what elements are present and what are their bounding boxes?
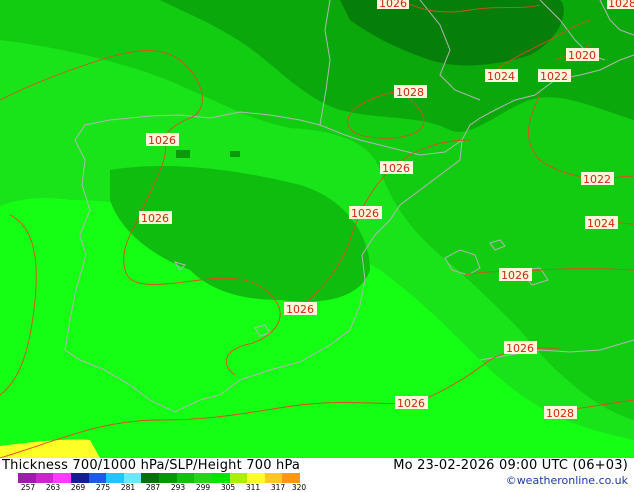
colorbar-swatch (247, 473, 265, 483)
isobar-label: 1026 (380, 161, 413, 175)
svg-text:1026: 1026 (379, 0, 407, 10)
valid-time: Mo 23-02-2026 09:00 UTC (06+03) (393, 458, 628, 473)
colorbar-swatch (159, 473, 177, 483)
colorbar-swatch (88, 473, 107, 483)
isobar-label: 1024 (585, 216, 618, 230)
thickness-spot-1 (176, 150, 190, 158)
colorbar-tick-label: 281 (120, 483, 136, 492)
isobar-label: 1026 (139, 211, 172, 225)
colorbar-swatch (264, 473, 283, 483)
svg-text:1026: 1026 (382, 162, 410, 175)
isobar-label: 1026 (146, 133, 179, 147)
colorbar-tick-label: 269 (70, 483, 86, 492)
svg-text:1028: 1028 (546, 407, 574, 420)
colorbar-swatch (53, 473, 71, 483)
svg-text:1026: 1026 (397, 397, 425, 410)
map-canvas: 1026 1024 1022 1020 1028 1026 1026 1026 … (0, 0, 634, 458)
svg-text:1020: 1020 (568, 49, 596, 62)
colorbar (18, 473, 300, 483)
colorbar-tick-label: 263 (45, 483, 61, 492)
colorbar-swatch (194, 473, 212, 483)
svg-text:1022: 1022 (540, 70, 568, 83)
map-footer: Thickness 700/1000 hPa/SLP/Height 700 hP… (0, 458, 634, 492)
svg-text:1026: 1026 (506, 342, 534, 355)
colorbar-tick-label: 293 (170, 483, 186, 492)
isobar-label: 1028 (394, 85, 427, 99)
colorbar-swatch (282, 473, 300, 483)
isobar-label: 1022 (581, 172, 614, 186)
isobar-label: 1022 (538, 69, 571, 83)
colorbar-tick-label: 275 (95, 483, 111, 492)
colorbar-swatch (141, 473, 159, 483)
colorbar-tick-label: 311 (245, 483, 261, 492)
svg-text:1022: 1022 (583, 173, 611, 186)
isobar-label: 1028 (607, 0, 634, 10)
svg-text:1028: 1028 (396, 86, 424, 99)
svg-text:1024: 1024 (487, 70, 515, 83)
isobar-label: 1024 (485, 69, 518, 83)
colorbar-swatch (70, 473, 89, 483)
isobar-label: 1026 (284, 302, 317, 316)
weather-map: 1026 1024 1022 1020 1028 1026 1026 1026 … (0, 0, 634, 458)
colorbar-tick-label: 317 (270, 483, 286, 492)
colorbar-tick-label: 257 (20, 483, 36, 492)
svg-text:1024: 1024 (587, 217, 615, 230)
svg-text:1026: 1026 (501, 269, 529, 282)
colorbar-swatch (106, 473, 124, 483)
colorbar-swatch (176, 473, 195, 483)
svg-text:1026: 1026 (351, 207, 379, 220)
svg-text:1028: 1028 (608, 0, 634, 10)
colorbar-tick-label: 320 (291, 483, 307, 492)
colorbar-swatch (18, 473, 36, 483)
colorbar-swatch (35, 473, 54, 483)
svg-text:1026: 1026 (141, 212, 169, 225)
isobar-label: 1020 (566, 48, 599, 62)
svg-text:1026: 1026 (286, 303, 314, 316)
colorbar-swatch (123, 473, 142, 483)
credit-link[interactable]: ©weatheronline.co.uk (506, 474, 628, 487)
isobar-label: 1028 (544, 406, 577, 420)
thickness-spot-2 (230, 151, 240, 157)
svg-text:1026: 1026 (148, 134, 176, 147)
isobar-label: 1026 (499, 268, 532, 282)
colorbar-swatch (229, 473, 248, 483)
isobar-label: 1026 (377, 0, 409, 10)
isobar-label: 1026 (395, 396, 428, 410)
colorbar-tick-label: 305 (220, 483, 236, 492)
isobar-label: 1026 (349, 206, 382, 220)
map-title: Thickness 700/1000 hPa/SLP/Height 700 hP… (2, 458, 301, 473)
colorbar-tick-label: 299 (195, 483, 211, 492)
colorbar-tick-label: 287 (145, 483, 161, 492)
isobar-label: 1026 (504, 341, 537, 355)
colorbar-swatch (211, 473, 230, 483)
